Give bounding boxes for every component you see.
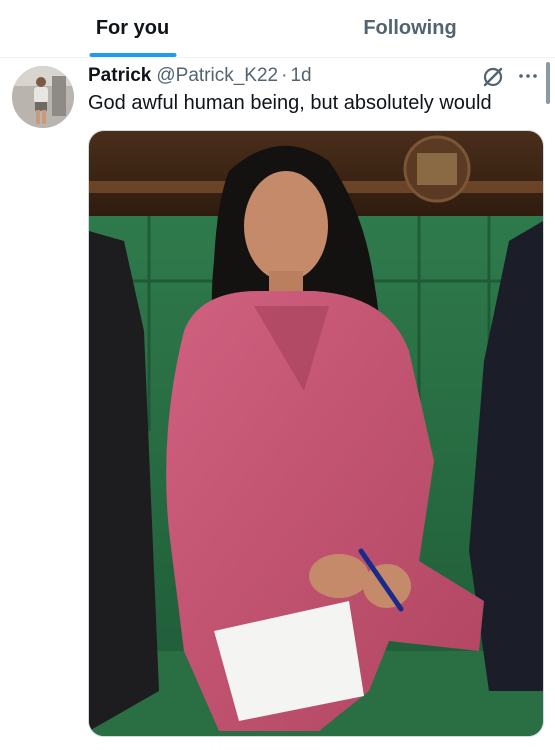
tab-for-you[interactable]: For you xyxy=(0,0,265,57)
scrollbar-thumb[interactable] xyxy=(546,62,550,104)
active-tab-indicator xyxy=(89,53,176,57)
post-header: Patrick @Patrick_K22 · 1d xyxy=(88,63,312,89)
grok-icon[interactable] xyxy=(480,64,506,90)
timeline-tabs: For you Following xyxy=(0,0,555,58)
avatar[interactable] xyxy=(12,66,74,128)
post-text: God awful human being, but absolutely wo… xyxy=(88,92,492,114)
separator-dot: · xyxy=(281,65,288,86)
tab-following[interactable]: Following xyxy=(265,0,555,57)
more-options-icon[interactable] xyxy=(516,66,540,86)
display-name[interactable]: Patrick xyxy=(88,65,151,87)
tab-following-label: Following xyxy=(363,17,457,39)
tab-for-you-label: For you xyxy=(95,17,170,39)
post-timestamp[interactable]: 1d xyxy=(290,65,311,87)
user-handle[interactable]: @Patrick_K22 xyxy=(156,65,278,87)
post-media-photo[interactable] xyxy=(88,130,544,737)
